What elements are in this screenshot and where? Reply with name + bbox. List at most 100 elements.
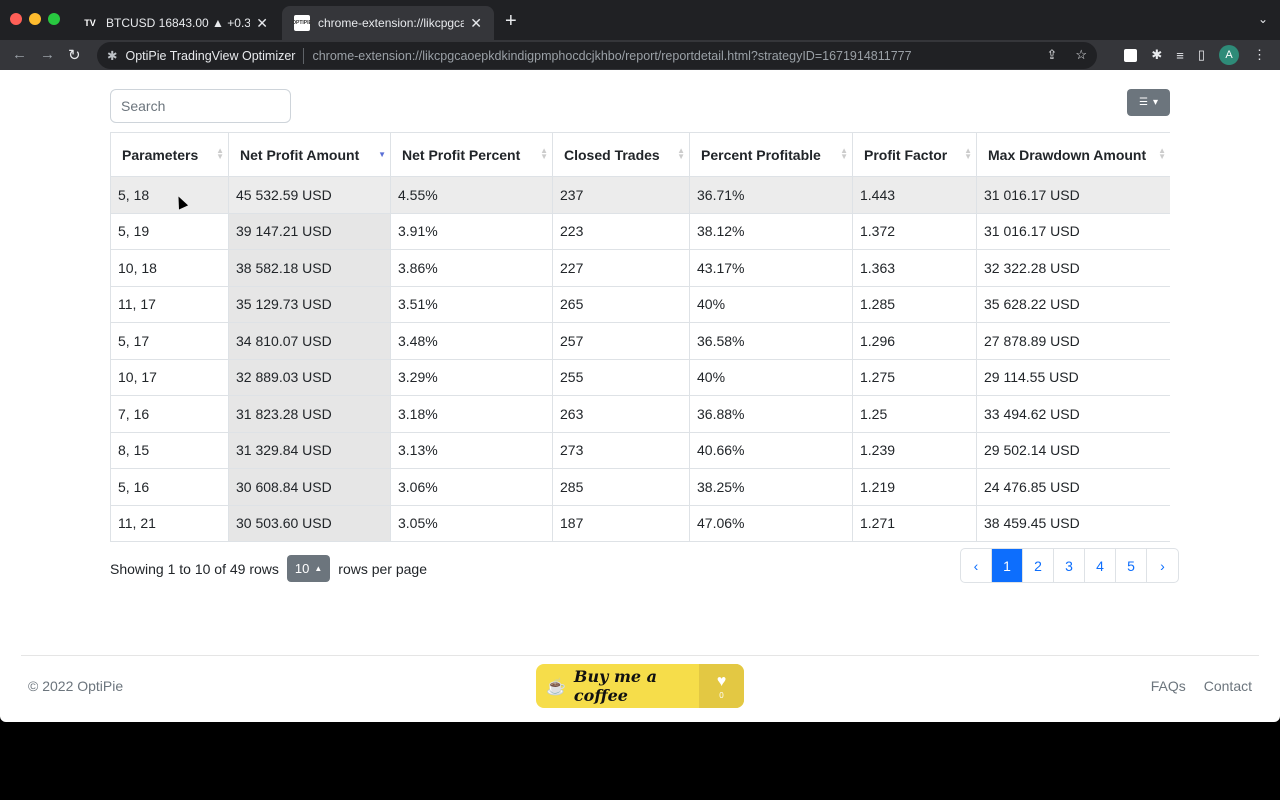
extensions-puzzle-icon[interactable]: ✱: [1151, 47, 1162, 63]
column-header-percent-profitable[interactable]: Percent Profitable ▲ ▼: [689, 132, 853, 177]
close-tab-icon[interactable]: ✕: [470, 15, 482, 32]
page-button-2[interactable]: 2: [1023, 549, 1054, 582]
table-cell: 3.18%: [390, 395, 553, 433]
bmc-count: 0: [719, 690, 724, 700]
table-row[interactable]: 5, 18 45 532.59 USD 4.55% 237 36.71% 1.443 31 …: [110, 176, 1170, 214]
table-cell: 5, 18: [110, 176, 229, 214]
browser-window: TV BTCUSD 16843.00 ▲ +0.38% U ✕ OPTIPIE …: [0, 0, 1280, 722]
pagination: ‹ 1 2 3 4 5 ›: [960, 548, 1179, 583]
table-cell: 30 503.60 USD: [228, 504, 391, 542]
tab-tradingview[interactable]: TV BTCUSD 16843.00 ▲ +0.38% U ✕: [70, 6, 280, 40]
table-cell: 36.71%: [689, 176, 853, 214]
table-row[interactable]: 5, 17 34 810.07 USD 3.48% 257 36.58% 1.296 27 …: [110, 322, 1170, 360]
buy-me-a-coffee-button[interactable]: ☕ Buy me a coffee ♥ 0: [536, 664, 744, 708]
contact-link[interactable]: Contact: [1204, 678, 1252, 694]
faqs-link[interactable]: FAQs: [1151, 678, 1186, 694]
table-cell: 40.66%: [689, 431, 853, 469]
new-tab-button[interactable]: +: [505, 10, 517, 33]
page-button-1[interactable]: 1: [992, 549, 1023, 582]
url-text: chrome-extension://likcpgcaoepkdkindigpm…: [312, 48, 912, 63]
optipie-favicon-icon: OPTIPIE: [292, 15, 312, 31]
tab-title: chrome-extension://likcpgcaoe: [318, 16, 465, 30]
table-cell: 32 322.28 USD: [976, 249, 1170, 287]
table-row[interactable]: 10, 18 38 582.18 USD 3.86% 227 43.17% 1.363 32…: [110, 249, 1170, 287]
table-cell: 31 016.17 USD: [976, 176, 1170, 214]
sort-both-icon: ▲ ▼: [677, 146, 685, 161]
forward-arrow-icon[interactable]: →: [40, 46, 55, 63]
copyright-text: © 2022 OptiPie: [28, 678, 124, 694]
table-cell: 227: [552, 249, 690, 287]
share-icon[interactable]: ⇪: [1046, 47, 1057, 63]
table-cell: 1.219: [852, 468, 977, 506]
table-cell: 3.48%: [390, 322, 553, 360]
table-row[interactable]: 8, 15 31 329.84 USD 3.13% 273 40.66% 1.239 29 …: [110, 431, 1170, 469]
heart-icon: ♥: [716, 672, 727, 690]
tab-search-chevron-icon[interactable]: ⌄: [1258, 12, 1268, 26]
table-cell: 1.372: [852, 212, 977, 250]
column-header-profit-factor[interactable]: Profit Factor ▲ ▼: [852, 132, 977, 177]
table-row[interactable]: 7, 16 31 823.28 USD 3.18% 263 36.88% 1.25 33 4…: [110, 395, 1170, 433]
page-button-3[interactable]: 3: [1054, 549, 1085, 582]
table-cell: 29 502.14 USD: [976, 431, 1170, 469]
side-panel-icon[interactable]: ▯: [1198, 47, 1205, 63]
media-control-icon[interactable]: ≡: [1176, 48, 1184, 63]
caret-down-icon: ▾: [1152, 97, 1158, 108]
table-cell: 1.275: [852, 358, 977, 396]
address-bar[interactable]: ✱ OptiPie TradingView Optimizer chrome-e…: [97, 42, 1097, 69]
table-cell: 1.363: [852, 249, 977, 287]
report-page: ☰ ▾ Parameters▲▼ Net Profit Amount▼ Net …: [0, 70, 1280, 722]
minimize-window-button[interactable]: [29, 13, 41, 25]
table-row[interactable]: 10, 17 32 889.03 USD 3.29% 255 40% 1.275 29 11…: [110, 358, 1170, 396]
sort-both-icon: ▲ ▼: [840, 146, 848, 161]
table-cell: 40%: [689, 285, 853, 323]
table-cell: 10, 18: [110, 249, 229, 287]
tradingview-logo-icon: TV: [84, 18, 96, 28]
page-size-value: 10: [294, 561, 310, 576]
list-icon: ☰: [1139, 97, 1148, 108]
column-header-max-drawdown-amount[interactable]: Max Drawdown Amount ▲ ▼: [976, 132, 1170, 177]
table-cell: 1.25: [852, 395, 977, 433]
table-cell: 34 810.07 USD: [228, 322, 391, 360]
table-row[interactable]: 11, 17 35 129.73 USD 3.51% 265 40% 1.285 35 62…: [110, 285, 1170, 323]
table-cell: 1.239: [852, 431, 977, 469]
maximize-window-button[interactable]: [48, 13, 60, 25]
next-page-button[interactable]: ›: [1147, 549, 1178, 582]
sort-both-icon: ▲ ▼: [216, 146, 224, 161]
results-table: Parameters ▲ ▼ Net Profit Amount ▼ Net Prof…: [110, 132, 1170, 542]
page-button-5[interactable]: 5: [1116, 549, 1147, 582]
table-cell: 45 532.59 USD: [228, 176, 391, 214]
optipie-extension-icon[interactable]: [1124, 48, 1138, 62]
columns-toggle-button[interactable]: ☰ ▾: [1127, 89, 1170, 116]
profile-avatar[interactable]: A: [1219, 45, 1239, 65]
table-cell: 187: [552, 504, 690, 542]
page-button-4[interactable]: 4: [1085, 549, 1116, 582]
table-cell: 31 329.84 USD: [228, 431, 391, 469]
table-cell: 223: [552, 212, 690, 250]
table-cell: 11, 17: [110, 285, 229, 323]
tab-optipie-report[interactable]: OPTIPIE chrome-extension://likcpgcaoe ✕: [282, 6, 494, 40]
tab-title: BTCUSD 16843.00 ▲ +0.38% U: [106, 16, 251, 30]
table-row[interactable]: 5, 19 39 147.21 USD 3.91% 223 38.12% 1.372 31 …: [110, 212, 1170, 250]
column-header-net-profit-percent[interactable]: Net Profit Percent ▲ ▼: [390, 132, 553, 177]
table-cell: 285: [552, 468, 690, 506]
reload-icon[interactable]: ↻: [68, 46, 81, 64]
bookmark-star-icon[interactable]: ☆: [1075, 47, 1087, 63]
table-cell: 7, 16: [110, 395, 229, 433]
kebab-menu-icon[interactable]: ⋮: [1253, 47, 1266, 63]
close-tab-icon[interactable]: ✕: [256, 15, 268, 32]
table-row[interactable]: 5, 16 30 608.84 USD 3.06% 285 38.25% 1.219 24 …: [110, 468, 1170, 506]
divider: [303, 47, 305, 64]
column-header-closed-trades[interactable]: Closed Trades ▲ ▼: [552, 132, 690, 177]
prev-page-button[interactable]: ‹: [961, 549, 992, 582]
window-controls: [10, 13, 60, 25]
column-header-net-profit-amount[interactable]: Net Profit Amount ▼: [228, 132, 391, 177]
table-cell: 257: [552, 322, 690, 360]
close-window-button[interactable]: [10, 13, 22, 25]
back-arrow-icon[interactable]: ←: [12, 46, 27, 63]
table-row[interactable]: 11, 21 30 503.60 USD 3.05% 187 47.06% 1.271 38…: [110, 504, 1170, 542]
table-cell: 4.55%: [390, 176, 553, 214]
column-header-parameters[interactable]: Parameters ▲ ▼: [110, 132, 229, 177]
table-cell: 5, 16: [110, 468, 229, 506]
search-input[interactable]: [110, 89, 291, 123]
page-size-dropdown[interactable]: 10 ▲: [286, 555, 331, 582]
